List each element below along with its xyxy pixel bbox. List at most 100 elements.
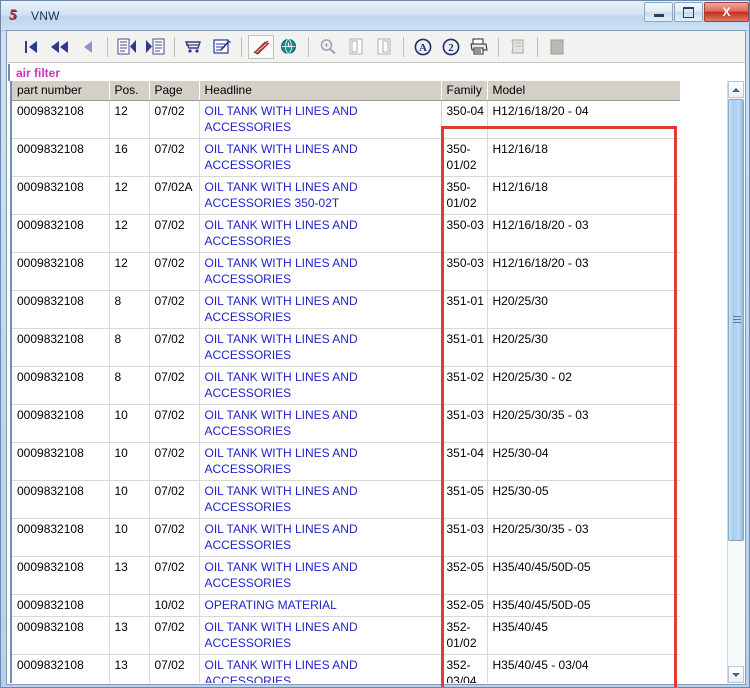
highlight-button[interactable] (248, 34, 274, 59)
previous-record-button[interactable] (75, 35, 101, 59)
notepad-icon (511, 39, 524, 54)
scroll-down-button[interactable] (728, 666, 744, 683)
cell-part_number: 0009832108 (12, 290, 110, 329)
globe-clock-icon (281, 39, 296, 54)
table-row[interactable]: 0009832108 13 07/02 OIL TANK WITH LINES AND… (12, 616, 680, 655)
cell-part_number: 0009832108 (12, 366, 110, 405)
cell-family: 352-05 (441, 556, 488, 595)
stop-square-icon (550, 39, 564, 54)
print-button[interactable] (466, 35, 492, 59)
table-row[interactable]: 0009832108 12 07/02A OIL TANK WITH LINES AN… (12, 176, 680, 215)
cell-page: 07/02 (149, 480, 200, 519)
toolbar: A 2 (7, 31, 745, 63)
edit-list-button[interactable] (209, 35, 235, 59)
checklist-icon (213, 39, 231, 54)
client-area: A 2 air filter part number Pos. Page Hea… (6, 30, 746, 687)
toolbar-separator (241, 36, 242, 57)
cell-page: 07/02A (149, 176, 200, 215)
filter-bar[interactable]: air filter (8, 64, 744, 81)
cell-pos: 10 (109, 518, 150, 557)
maximize-button[interactable] (674, 2, 703, 22)
table-row[interactable]: 0009832108 10 07/02 OIL TANK WITH LINES AND… (12, 480, 680, 519)
cell-model: H12/16/18/20 - 03 (487, 214, 680, 253)
cell-pos: 8 (109, 328, 150, 367)
scrollbar-thumb[interactable] (728, 99, 744, 541)
cell-part_number: 0009832108 (12, 252, 110, 291)
cell-model: H25/30-05 (487, 480, 680, 519)
stop-button[interactable] (544, 35, 570, 59)
cell-pos: 10 (109, 404, 150, 443)
toolbar-separator (308, 36, 309, 57)
cell-family: 351-04 (441, 442, 488, 481)
cell-page: 10/02 (149, 594, 200, 617)
cell-page: 07/02 (149, 616, 200, 655)
cell-page: 07/02 (149, 290, 200, 329)
table-row[interactable]: 0009832108 8 07/02 OIL TANK WITH LINES AND … (12, 366, 680, 405)
cell-part_number: 0009832108 (12, 214, 110, 253)
column-header-pos[interactable]: Pos. (109, 81, 150, 101)
cell-headline: OIL TANK WITH LINES AND ACCESSORIES (199, 328, 442, 367)
minimize-button[interactable] (644, 2, 673, 22)
cell-family: 350-04 (441, 100, 488, 139)
results-table: part number Pos. Page Headline Family Mo… (12, 81, 680, 683)
column-header-headline[interactable]: Headline (199, 81, 442, 101)
cell-pos: 12 (109, 100, 150, 139)
cell-model: H12/16/18/20 - 03 (487, 252, 680, 291)
toolbar-separator (403, 36, 404, 57)
table-row[interactable]: 0009832108 16 07/02 OIL TANK WITH LINES AND… (12, 138, 680, 177)
table-row[interactable]: 0009832108 12 07/02 OIL TANK WITH LINES AND… (12, 100, 680, 139)
cell-page: 07/02 (149, 366, 200, 405)
page-view-button[interactable] (343, 35, 369, 59)
globe-button[interactable] (276, 35, 302, 59)
table-row[interactable]: 0009832108 10/02 OPERATING MATERIAL 352-05 H… (12, 594, 680, 617)
cell-family: 351-03 (441, 404, 488, 443)
annotate-2-button[interactable]: 2 (438, 35, 464, 59)
annotate-a-button[interactable]: A (410, 35, 436, 59)
page-next-button[interactable] (142, 35, 168, 59)
table-row[interactable]: 0009832108 8 07/02 OIL TANK WITH LINES AND … (12, 290, 680, 329)
shopping-cart-button[interactable] (181, 35, 207, 59)
close-button[interactable]: X (704, 2, 749, 22)
cell-pos: 10 (109, 480, 150, 519)
table-row[interactable]: 0009832108 12 07/02 OIL TANK WITH LINES AND… (12, 214, 680, 253)
table-row[interactable]: 0009832108 10 07/02 OIL TANK WITH LINES AND… (12, 442, 680, 481)
filter-text: air filter (16, 65, 61, 80)
table-row[interactable]: 0009832108 12 07/02 OIL TANK WITH LINES AND… (12, 252, 680, 291)
magnifier-plus-icon (320, 39, 336, 55)
results-grid: part number Pos. Page Headline Family Mo… (12, 81, 680, 683)
page-view2-button[interactable] (371, 35, 397, 59)
cell-part_number: 0009832108 (12, 616, 110, 655)
table-row[interactable]: 0009832108 10 07/02 OIL TANK WITH LINES AND… (12, 404, 680, 443)
cell-page: 07/02 (149, 442, 200, 481)
notes-button[interactable] (505, 35, 531, 59)
cell-pos: 13 (109, 654, 150, 683)
vertical-scrollbar[interactable] (727, 81, 744, 683)
cell-model: H35/40/45 - 03/04 (487, 654, 680, 683)
column-header-model[interactable]: Model (487, 81, 680, 101)
cell-part_number: 0009832108 (12, 518, 110, 557)
cell-part_number: 0009832108 (12, 328, 110, 367)
table-row[interactable]: 0009832108 10 07/02 OIL TANK WITH LINES AND… (12, 518, 680, 557)
circled-a-icon: A (414, 38, 431, 55)
toolbar-separator (107, 36, 108, 57)
column-header-page[interactable]: Page (149, 81, 200, 101)
rewind-button[interactable] (47, 35, 73, 59)
shopping-cart-icon (184, 41, 201, 53)
app-five-icon: 5 (9, 6, 17, 23)
cell-headline: OIL TANK WITH LINES AND ACCESSORIES (199, 616, 442, 655)
column-header-family[interactable]: Family (441, 81, 488, 101)
first-record-button[interactable] (19, 35, 45, 59)
table-row[interactable]: 0009832108 13 07/02 OIL TANK WITH LINES AND… (12, 556, 680, 595)
column-header-part-number[interactable]: part number (12, 81, 110, 101)
zoom-button[interactable] (315, 35, 341, 59)
table-row[interactable]: 0009832108 8 07/02 OIL TANK WITH LINES AND … (12, 328, 680, 367)
cell-headline: OIL TANK WITH LINES AND ACCESSORIES (199, 252, 442, 291)
page-right-icon (377, 38, 391, 55)
application-window: 5 VNW X A 2 air filter part number Pos. … (0, 0, 750, 688)
cell-headline: OIL TANK WITH LINES AND ACCESSORIES 350-… (199, 176, 442, 215)
cell-pos: 10 (109, 442, 150, 481)
rewind-icon (51, 40, 68, 53)
page-first-button[interactable] (114, 35, 140, 59)
scroll-up-button[interactable] (728, 81, 744, 98)
table-row[interactable]: 0009832108 13 07/02 OIL TANK WITH LINES AND… (12, 654, 680, 683)
